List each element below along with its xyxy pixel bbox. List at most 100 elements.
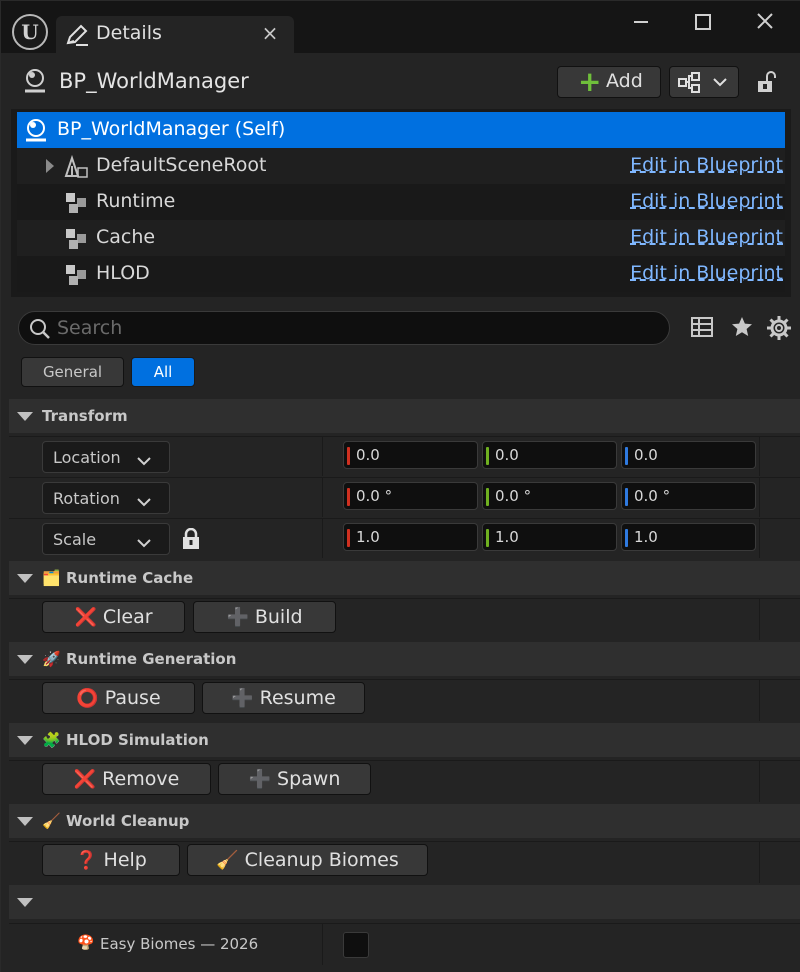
chevron-down-icon xyxy=(137,492,151,511)
rotation-x-value: 0.0 ° xyxy=(356,487,393,505)
scale-row: Scale 1.0 1.0 1.0 xyxy=(9,518,800,558)
scale-x-value: 1.0 xyxy=(356,528,380,546)
rotation-y-field[interactable]: 0.0 ° xyxy=(482,482,617,510)
rotation-y-value: 0.0 ° xyxy=(495,487,532,505)
title-bar: U Details × xyxy=(1,1,800,53)
tree-item-defaultsceneroot[interactable]: DefaultSceneRoot Edit in Blueprint xyxy=(17,148,785,184)
scale-combo[interactable]: Scale xyxy=(42,523,170,555)
lock-icon[interactable] xyxy=(181,527,201,554)
tree-item-cache[interactable]: Cache Edit in Blueprint xyxy=(17,220,785,256)
easy-biomes-label: Easy Biomes — 2026 xyxy=(100,935,259,953)
plus-icon: + xyxy=(578,65,602,98)
clear-button-label: Clear xyxy=(102,606,153,628)
collapse-caret-icon[interactable] xyxy=(17,898,33,907)
tree-item-self[interactable]: BP_WorldManager (Self) xyxy=(17,112,785,148)
easy-biomes-checkbox[interactable] xyxy=(343,932,369,958)
tree-item-label: Runtime xyxy=(96,190,176,212)
plus-icon: ➕ xyxy=(226,607,249,628)
location-x-field[interactable]: 0.0 xyxy=(343,441,478,469)
unreal-logo-icon[interactable]: U xyxy=(12,14,48,50)
remove-button[interactable]: ❌ Remove xyxy=(42,763,211,795)
hierarchy-icon xyxy=(678,72,727,93)
scale-z-field[interactable]: 1.0 xyxy=(621,523,756,551)
scene-root-icon xyxy=(63,154,89,184)
location-z-field[interactable]: 0.0 xyxy=(621,441,756,469)
collapse-caret-icon[interactable] xyxy=(17,817,33,826)
section-title: Runtime Generation xyxy=(66,650,237,668)
section-runtime-cache[interactable]: 🗂️ Runtime Cache xyxy=(9,561,800,595)
section-title: Transform xyxy=(42,407,128,425)
rocket-icon: 🚀 xyxy=(42,650,61,668)
rotation-x-field[interactable]: 0.0 ° xyxy=(343,482,478,510)
scale-x-field[interactable]: 1.0 xyxy=(343,523,478,551)
clear-button[interactable]: ❌ Clear xyxy=(42,601,185,633)
section-runtime-generation[interactable]: 🚀 Runtime Generation xyxy=(9,642,800,676)
spawn-button[interactable]: ➕ Spawn xyxy=(218,763,371,795)
plus-icon: ➕ xyxy=(231,688,254,709)
minimize-button[interactable] xyxy=(621,7,661,39)
collapse-caret-icon[interactable] xyxy=(17,736,33,745)
section-world-cleanup[interactable]: 🧹 World Cleanup xyxy=(9,804,800,838)
tree-item-runtime[interactable]: Runtime Edit in Blueprint xyxy=(17,184,785,220)
collapse-caret-icon[interactable] xyxy=(17,655,33,664)
edit-in-blueprint-link[interactable]: Edit in Blueprint xyxy=(630,226,783,248)
help-button[interactable]: ❓ Help xyxy=(42,844,180,876)
scale-y-field[interactable]: 1.0 xyxy=(482,523,617,551)
chevron-down-icon xyxy=(137,533,151,552)
expand-arrow-icon[interactable] xyxy=(45,158,55,178)
edit-in-blueprint-link[interactable]: Edit in Blueprint xyxy=(630,154,783,176)
close-window-button[interactable] xyxy=(745,7,785,39)
filter-all[interactable]: All xyxy=(131,357,195,387)
unlock-icon[interactable] xyxy=(755,70,779,98)
pencil-icon xyxy=(64,23,90,51)
property-matrix-icon[interactable] xyxy=(690,315,714,343)
star-icon[interactable] xyxy=(730,315,754,343)
edit-in-blueprint-link[interactable]: Edit in Blueprint xyxy=(630,262,783,284)
filter-general[interactable]: General xyxy=(21,357,124,387)
hlod-simulation-buttons-row: ❌ Remove ➕ Spawn xyxy=(9,760,800,802)
tree-item-hlod[interactable]: HLOD Edit in Blueprint xyxy=(17,256,785,292)
help-button-label: Help xyxy=(103,849,147,871)
gear-icon[interactable] xyxy=(766,315,792,345)
tree-item-label: Cache xyxy=(96,226,156,248)
location-combo[interactable]: Location xyxy=(42,441,170,473)
section-hlod-simulation[interactable]: 🧩 HLOD Simulation xyxy=(9,723,800,757)
search-input[interactable] xyxy=(57,316,647,340)
scale-z-value: 1.0 xyxy=(634,528,658,546)
location-y-field[interactable]: 0.0 xyxy=(482,441,617,469)
blueprint-options-button[interactable] xyxy=(669,66,739,98)
rotation-combo[interactable]: Rotation xyxy=(42,482,170,514)
edit-in-blueprint-link[interactable]: Edit in Blueprint xyxy=(630,190,783,212)
tab-details[interactable]: Details × xyxy=(56,16,294,53)
collapse-caret-icon[interactable] xyxy=(17,574,33,583)
details-panel: BP_WorldManager + Add BP_WorldManager (S… xyxy=(1,53,800,972)
circle-icon: ⭕ xyxy=(76,688,99,709)
section-transform[interactable]: Transform xyxy=(9,399,800,433)
add-button-label: Add xyxy=(606,70,643,92)
build-button[interactable]: ➕ Build xyxy=(193,601,336,633)
rotation-z-value: 0.0 ° xyxy=(634,487,671,505)
rotation-row: Rotation 0.0 ° 0.0 ° 0.0 ° xyxy=(9,477,800,517)
pause-button[interactable]: ⭕ Pause xyxy=(42,682,195,714)
actor-name: BP_WorldManager xyxy=(59,69,249,93)
question-icon: ❓ xyxy=(75,850,98,871)
resume-button[interactable]: ➕ Resume xyxy=(202,682,365,714)
section-unnamed[interactable] xyxy=(9,885,800,919)
actor-icon xyxy=(21,67,49,99)
tab-close-button[interactable]: × xyxy=(260,21,280,45)
location-row: Location 0.0 0.0 0.0 xyxy=(9,436,800,476)
tree-item-label: BP_WorldManager (Self) xyxy=(57,118,286,140)
maximize-button[interactable] xyxy=(683,7,723,39)
component-cubes-icon xyxy=(63,226,89,256)
plus-icon: ➕ xyxy=(248,769,272,790)
scale-label: Scale xyxy=(53,530,97,549)
rotation-z-field[interactable]: 0.0 ° xyxy=(621,482,756,510)
search-box[interactable] xyxy=(18,311,670,345)
component-cubes-icon xyxy=(63,262,89,292)
add-component-button[interactable]: + Add xyxy=(557,66,661,98)
collapse-caret-icon[interactable] xyxy=(17,412,33,421)
pause-button-label: Pause xyxy=(104,687,161,709)
actor-icon xyxy=(23,117,49,147)
cleanup-biomes-button[interactable]: 🧹 Cleanup Biomes xyxy=(187,844,428,876)
location-label: Location xyxy=(53,448,121,467)
